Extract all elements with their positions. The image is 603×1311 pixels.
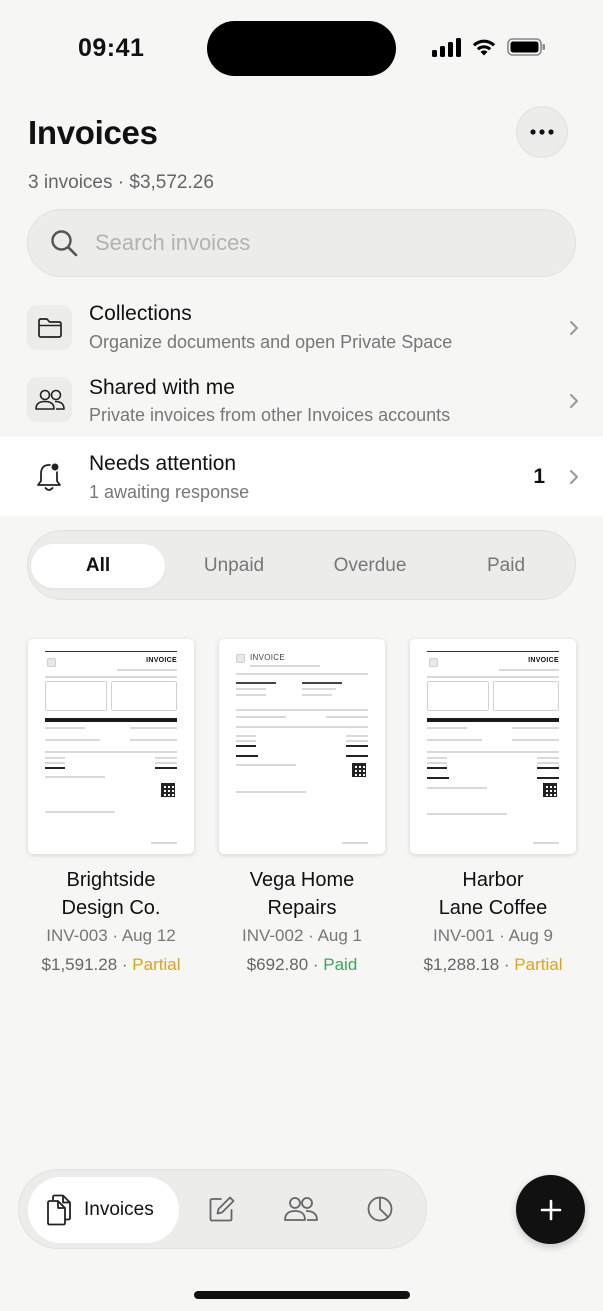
shared-title: Shared with me [89, 376, 235, 399]
invoice-preview: INVOICE [236, 649, 368, 844]
ellipsis-icon [530, 129, 554, 135]
tab-bar: Invoices [18, 1169, 427, 1249]
invoice-preview: INVOICE [45, 649, 177, 844]
dynamic-island [207, 21, 396, 76]
more-options-button[interactable] [516, 106, 568, 158]
search-bar[interactable] [27, 209, 576, 277]
folder-icon [37, 317, 62, 338]
reports-icon[interactable] [366, 1195, 394, 1223]
attention-count: 1 [533, 465, 545, 488]
invoice-amount: $1,288.18 · Partial [423, 955, 563, 974]
shared-with-me-row[interactable]: Shared with me Private invoices from oth… [0, 368, 603, 434]
filter-unpaid[interactable]: Unpaid [167, 544, 301, 588]
search-input[interactable] [95, 230, 515, 256]
folder-icon-box [27, 305, 72, 350]
invoices-icon [47, 1194, 71, 1226]
people-icon-box [27, 377, 72, 422]
client-name: Harbor Lane Coffee [438, 869, 548, 919]
filter-all[interactable]: All [31, 544, 165, 588]
invoice-label-inv-002[interactable]: Vega Home Repairs INV-002 · Aug 1 $692.80… [207, 866, 397, 977]
page-title: Invoices [28, 114, 158, 151]
status-label: Partial [132, 955, 181, 974]
collections-title: Collections [89, 302, 192, 325]
status-icons [432, 37, 547, 57]
invoice-label-inv-003[interactable]: Brightside Design Co. INV-003 · Aug 12 $1… [16, 866, 206, 977]
home-indicator [194, 1291, 410, 1299]
clients-icon[interactable] [283, 1195, 319, 1223]
invoice-number-date: INV-001 · Aug 9 [432, 926, 554, 945]
edit-icon[interactable] [208, 1195, 236, 1223]
invoice-summary: 3 invoices · $3,572.26 [28, 172, 214, 193]
chevron-right-icon [570, 321, 578, 335]
new-invoice-button[interactable] [516, 1175, 585, 1244]
tab-invoices[interactable]: Invoices [28, 1177, 179, 1243]
plus-icon [540, 1199, 561, 1220]
collections-subtitle: Organize documents and open Private Spac… [89, 332, 453, 352]
chevron-right-icon [570, 394, 578, 408]
filter-overdue[interactable]: Overdue [303, 544, 437, 588]
invoice-preview: INVOICE [427, 649, 559, 844]
invoice-number-date: INV-002 · Aug 1 [241, 926, 363, 945]
status-filter: All Unpaid Overdue Paid [27, 530, 576, 600]
client-name: Vega Home Repairs [249, 869, 355, 919]
battery-icon [507, 38, 545, 56]
invoice-amount: $1,591.28 · Partial [41, 955, 181, 974]
filter-paid[interactable]: Paid [439, 544, 573, 588]
invoice-amount: $692.80 · Paid [246, 955, 358, 974]
invoice-thumbnail-inv-001[interactable]: INVOICE [410, 639, 576, 854]
cellular-signal-icon [432, 37, 461, 57]
invoice-thumbnail-inv-003[interactable]: INVOICE [28, 639, 194, 854]
header: Invoices 3 invoices · $3,572.26 [28, 106, 575, 193]
collections-row[interactable]: Collections Organize documents and open … [0, 294, 603, 362]
invoice-thumbnail-inv-002[interactable]: INVOICE [219, 639, 385, 854]
invoice-label-inv-001[interactable]: Harbor Lane Coffee INV-001 · Aug 9 $1,288… [398, 866, 588, 977]
people-icon [34, 389, 65, 410]
status-label: Paid [323, 955, 358, 974]
bell-icon [37, 462, 61, 491]
status-label: Partial [514, 955, 563, 974]
needs-attention-row[interactable]: Needs attention 1 awaiting response 1 [0, 437, 603, 516]
search-icon [51, 230, 78, 257]
invoice-number-date: INV-003 · Aug 12 [46, 926, 176, 945]
needs-attention-subtitle: 1 awaiting response [89, 482, 250, 502]
shared-subtitle: Private invoices from other Invoices acc… [89, 405, 451, 425]
tab-invoices-label: Invoices [84, 1199, 154, 1220]
wifi-icon [472, 39, 496, 56]
status-bar: 09:41 [0, 0, 603, 96]
status-time: 09:41 [78, 34, 145, 62]
needs-attention-title: Needs attention [89, 452, 237, 475]
client-name: Brightside Design Co. [61, 869, 161, 919]
chevron-right-icon [570, 470, 578, 484]
